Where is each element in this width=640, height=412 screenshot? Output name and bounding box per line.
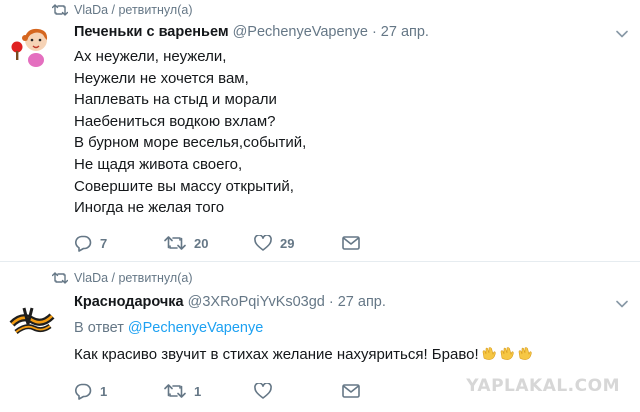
poem-line: Наебениться водкою вхлам? — [74, 112, 276, 130]
tweet-header: Печеньки с вареньем @PechenyeVapenye · 2… — [74, 24, 429, 40]
separator-dot: · — [328, 294, 334, 310]
avatar[interactable] — [8, 20, 56, 68]
tweet-text: Как красиво звучит в стихах желание наху… — [74, 344, 533, 366]
chevron-down-icon[interactable] — [616, 300, 628, 308]
poem-line: Иногда не желая того — [74, 199, 225, 217]
poem-line: Ах неужели, неужели, — [74, 48, 227, 65]
avatar[interactable] — [8, 294, 56, 342]
retweet-context: VlaDa / ретвитнул(а) — [52, 271, 192, 285]
retweet-context-text[interactable]: VlaDa / ретвитнул(а) — [74, 3, 192, 17]
retweet-count: 1 — [194, 383, 202, 399]
like-button[interactable] — [254, 383, 342, 399]
retweet-count: 20 — [194, 235, 209, 251]
reply-count: 1 — [100, 383, 108, 399]
reply-prefix: В ответ — [74, 320, 124, 336]
tweet-card[interactable]: VlaDa / ретвитнул(а) Печеньки с вареньем… — [0, 0, 640, 262]
retweet-icon — [164, 236, 186, 250]
tweet-actions: 1 1 — [74, 381, 360, 401]
site-watermark: YAPLAKAL.COM — [466, 376, 620, 396]
display-name[interactable]: Печеньки с вареньем — [74, 24, 229, 40]
username[interactable]: @PechenyeVapenye — [233, 24, 368, 40]
like-button[interactable]: 29 — [254, 235, 342, 251]
clapping-hands-icon — [482, 347, 496, 360]
tweet-header: Краснодарочка @3XRoPqiYvKs03gd · 27 апр. — [74, 294, 386, 310]
like-count: 29 — [280, 235, 295, 251]
retweet-context: VlaDa / ретвитнул(а) — [52, 3, 192, 17]
direct-message-button[interactable] — [342, 236, 360, 250]
mail-icon — [342, 236, 360, 250]
retweet-icon — [164, 384, 186, 398]
reply-button[interactable]: 1 — [74, 383, 164, 400]
tweet-text-content: Как красиво звучит в стихах желание наху… — [74, 346, 479, 363]
reply-handle-link[interactable]: @PechenyeVapenye — [128, 320, 263, 336]
heart-icon — [254, 383, 272, 399]
reply-count: 7 — [100, 235, 108, 251]
heart-icon — [254, 235, 272, 251]
timestamp[interactable]: 27 апр. — [338, 294, 386, 310]
username[interactable]: @3XRoPqiYvKs03gd — [188, 294, 325, 310]
reply-icon — [75, 383, 92, 400]
poem-line: Неужели не хочется вам, — [74, 69, 249, 87]
reply-button[interactable]: 7 — [74, 235, 164, 252]
retweet-icon — [52, 272, 68, 284]
mail-icon — [342, 384, 360, 398]
direct-message-button[interactable] — [342, 384, 360, 398]
tweet-actions: 7 20 29 — [74, 233, 360, 253]
reply-icon — [75, 235, 92, 252]
retweet-context-text[interactable]: VlaDa / ретвитнул(а) — [74, 271, 192, 285]
timestamp[interactable]: 27 апр. — [381, 24, 429, 40]
retweet-icon — [52, 4, 68, 16]
retweet-button[interactable]: 1 — [164, 383, 254, 399]
tweet-text: Ах неужели, неужели, Неужели не хочется … — [74, 46, 306, 219]
retweet-button[interactable]: 20 — [164, 235, 254, 251]
display-name[interactable]: Краснодарочка — [74, 294, 184, 310]
poem-line: В бурном море веселья,событий, — [74, 134, 307, 152]
poem-line: Наплевать на стыд и морали — [74, 91, 277, 109]
poem-line: Совершите вы массу открытий, — [74, 177, 294, 195]
clapping-hands-icon — [500, 347, 514, 360]
clapping-hands-icon — [518, 347, 532, 360]
reply-context: В ответ @PechenyeVapenye — [74, 320, 263, 336]
chevron-down-icon[interactable] — [616, 30, 628, 38]
separator-dot: · — [371, 24, 377, 40]
poem-line: Не щадя живота своего, — [74, 155, 243, 173]
